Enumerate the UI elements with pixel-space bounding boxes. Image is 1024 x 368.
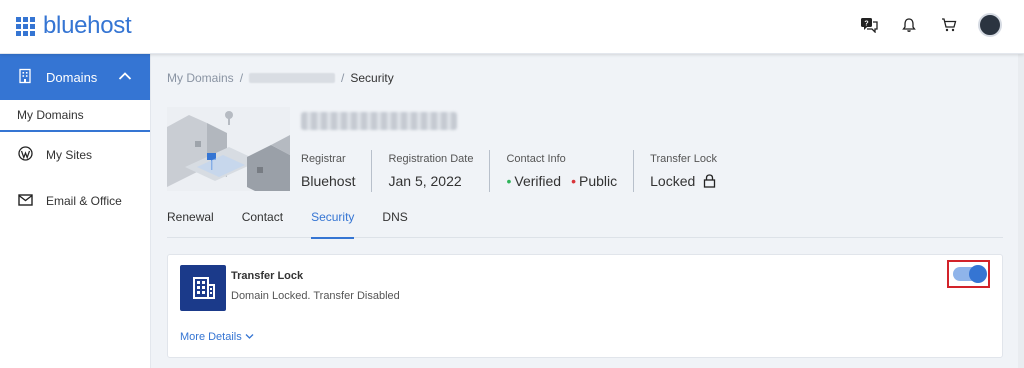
- svg-text:?: ?: [864, 21, 868, 28]
- chevron-down-icon: [245, 331, 254, 343]
- sidebar-item-label: Email & Office: [46, 194, 122, 208]
- verified-status: Verified: [514, 173, 562, 189]
- domain-tabs: Renewal Contact Security DNS: [167, 210, 1003, 239]
- more-details-link[interactable]: More Details: [180, 331, 254, 343]
- wordpress-icon: [18, 146, 33, 164]
- domain-illustration: [167, 107, 290, 191]
- envelope-icon: [18, 193, 33, 209]
- fact-label: Transfer Lock: [650, 153, 717, 165]
- transfer-lock-toggle-highlight: [947, 260, 990, 288]
- public-status: Public: [579, 173, 618, 189]
- fact-transfer-lock: Transfer Lock Locked: [650, 150, 733, 192]
- fact-value: • Verified • Public: [506, 173, 617, 189]
- sidebar-item-domains[interactable]: Domains: [0, 54, 150, 100]
- fact-contact-info: Contact Info • Verified • Public: [506, 150, 635, 192]
- sidebar-subitem-my-domains[interactable]: My Domains: [0, 100, 150, 132]
- sidebar-item-label: Domains: [46, 69, 98, 85]
- domain-name-redacted: [301, 112, 457, 130]
- tab-dns[interactable]: DNS: [382, 210, 407, 238]
- sidebar-item-email-office[interactable]: Email & Office: [0, 178, 150, 224]
- status-dot-red-icon: •: [571, 173, 576, 189]
- toggle-knob: [968, 265, 987, 283]
- top-bar: bluehost ?: [0, 0, 1024, 54]
- cart-icon[interactable]: [938, 14, 960, 36]
- fact-registration-date: Registration Date Jan 5, 2022: [388, 150, 491, 192]
- sidebar-item-label: My Sites: [46, 148, 93, 162]
- logo-grid-icon: [16, 16, 35, 36]
- card-description: Domain Locked. Transfer Disabled: [231, 290, 400, 302]
- fact-value: Bluehost: [301, 173, 356, 189]
- fact-registrar: Registrar Bluehost: [301, 150, 373, 192]
- chevron-up-icon[interactable]: [118, 69, 132, 84]
- scrollbar[interactable]: [1018, 54, 1024, 368]
- fact-label: Registration Date: [388, 153, 474, 165]
- tab-renewal[interactable]: Renewal: [167, 210, 214, 238]
- transfer-lock-toggle[interactable]: [952, 265, 987, 283]
- sidebar-item-label: My Domains: [17, 108, 84, 122]
- breadcrumb-my-domains-link[interactable]: My Domains: [167, 71, 234, 85]
- breadcrumb-domain-redacted[interactable]: [249, 73, 336, 83]
- bluehost-logo[interactable]: bluehost: [16, 12, 132, 39]
- status-dot-green-icon: •: [506, 173, 512, 189]
- card-title: Transfer Lock: [231, 270, 304, 282]
- help-chat-icon[interactable]: ?: [858, 14, 880, 36]
- breadcrumb-current: Security: [350, 71, 394, 85]
- building-icon: [180, 265, 226, 311]
- domain-facts: Registrar Bluehost Registration Date Jan…: [301, 150, 749, 192]
- lock-icon: [703, 174, 716, 188]
- fact-value: Jan 5, 2022: [388, 173, 462, 189]
- sidebar-item-my-sites[interactable]: My Sites: [0, 132, 150, 178]
- main-content: My Domains / / Security Registrar Blueho…: [151, 54, 1024, 368]
- avatar[interactable]: [978, 13, 1002, 37]
- fact-value: Locked: [650, 173, 717, 189]
- sidebar: Domains My Domains My Sites Email & Offi…: [0, 54, 151, 368]
- logo-text: bluehost: [43, 12, 132, 39]
- tab-contact[interactable]: Contact: [242, 210, 283, 238]
- bell-icon[interactable]: [898, 14, 920, 36]
- breadcrumb: My Domains / / Security: [167, 71, 394, 85]
- fact-label: Registrar: [301, 153, 346, 165]
- fact-label: Contact Info: [506, 153, 566, 165]
- building-icon: [18, 68, 32, 87]
- transfer-lock-card: Transfer Lock Domain Locked. Transfer Di…: [167, 254, 1003, 358]
- tab-security[interactable]: Security: [311, 210, 355, 239]
